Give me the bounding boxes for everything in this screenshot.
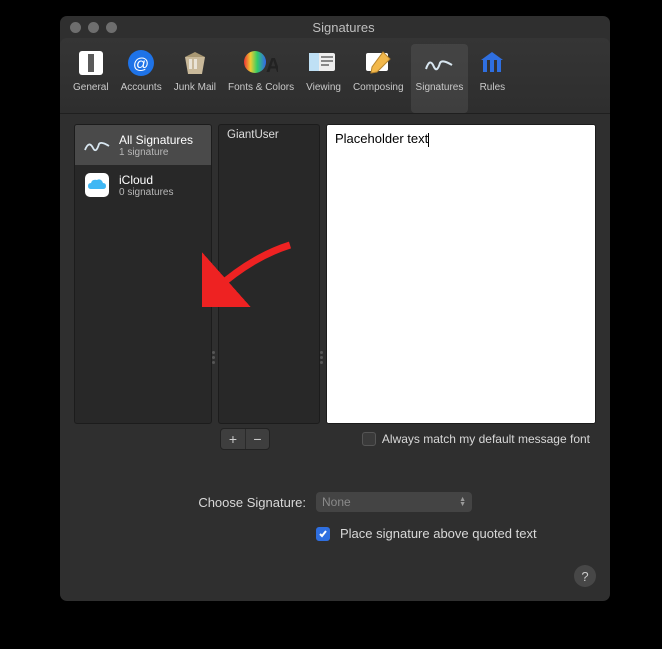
- match-font-label: Always match my default message font: [382, 432, 590, 446]
- choose-signature-select[interactable]: None ▲▼: [316, 492, 472, 512]
- junk-mail-icon: [178, 46, 212, 80]
- match-font-checkbox[interactable]: [362, 432, 376, 446]
- icloud-icon: [83, 171, 111, 199]
- fonts-colors-icon: A: [244, 46, 278, 80]
- chevron-up-down-icon: ▲▼: [459, 497, 466, 507]
- row-text: iCloud 0 signatures: [119, 173, 173, 198]
- all-signatures-row[interactable]: All Signatures 1 signature: [75, 125, 211, 165]
- three-column-area: All Signatures 1 signature iCloud 0 sign…: [74, 124, 596, 424]
- remove-signature-button[interactable]: −: [245, 429, 269, 449]
- tab-general[interactable]: General: [68, 44, 114, 113]
- tab-label: Composing: [353, 82, 404, 93]
- window-title: Signatures: [77, 20, 610, 35]
- tab-label: Rules: [480, 82, 506, 93]
- column-resize-handle[interactable]: [320, 347, 325, 369]
- window-body: All Signatures 1 signature iCloud 0 sign…: [60, 114, 610, 601]
- tab-viewing[interactable]: Viewing: [301, 44, 346, 113]
- icloud-subtitle: 0 signatures: [119, 187, 173, 198]
- text-caret: [428, 133, 429, 147]
- accounts-icon: @: [124, 46, 158, 80]
- help-button[interactable]: ?: [574, 565, 596, 587]
- accounts-column: All Signatures 1 signature iCloud 0 sign…: [74, 124, 212, 424]
- signatures-list-column: GiantUser: [218, 124, 320, 424]
- all-signatures-title: All Signatures: [119, 133, 193, 147]
- tab-composing[interactable]: Composing: [348, 44, 409, 113]
- row-text: All Signatures 1 signature: [119, 133, 193, 158]
- tab-signatures[interactable]: Signatures: [411, 44, 469, 113]
- place-above-row: Place signature above quoted text: [74, 526, 596, 541]
- all-signatures-subtitle: 1 signature: [119, 147, 193, 158]
- signature-editor[interactable]: Placeholder text: [327, 125, 595, 423]
- prefs-toolbar: General @ Accounts Junk Mail A Fonts & C…: [60, 38, 610, 114]
- signatures-icon: [422, 46, 456, 80]
- general-icon: [74, 46, 108, 80]
- tab-label: Junk Mail: [174, 82, 216, 93]
- question-mark-icon: ?: [581, 569, 588, 584]
- icloud-account-row[interactable]: iCloud 0 signatures: [75, 165, 211, 205]
- rules-icon: [475, 46, 509, 80]
- tab-label: Signatures: [416, 82, 464, 93]
- bottom-controls: Choose Signature: None ▲▼ Place signatur…: [74, 492, 596, 541]
- signature-list-item[interactable]: GiantUser: [219, 125, 319, 145]
- tab-label: General: [73, 82, 109, 93]
- composing-icon: [361, 46, 395, 80]
- svg-text:@: @: [133, 56, 149, 73]
- tab-label: Fonts & Colors: [228, 82, 294, 93]
- signature-editor-column: Placeholder text: [326, 124, 596, 424]
- tab-label: Viewing: [306, 82, 341, 93]
- svg-text:A: A: [266, 55, 278, 77]
- viewing-icon: [307, 46, 341, 80]
- place-above-label: Place signature above quoted text: [340, 526, 537, 541]
- tab-fonts-colors[interactable]: A Fonts & Colors: [223, 44, 299, 113]
- add-signature-button[interactable]: +: [221, 429, 245, 449]
- match-font-row: Always match my default message font: [362, 428, 596, 450]
- icloud-title: iCloud: [119, 173, 173, 187]
- signature-icon: [83, 131, 111, 159]
- editor-text: Placeholder text: [335, 131, 428, 146]
- select-value: None: [322, 495, 351, 509]
- tab-junk-mail[interactable]: Junk Mail: [169, 44, 221, 113]
- tab-label: Accounts: [121, 82, 162, 93]
- choose-signature-row: Choose Signature: None ▲▼: [74, 492, 596, 512]
- place-above-checkbox[interactable]: [316, 527, 330, 541]
- under-columns-row: + − Always match my default message font: [74, 428, 596, 450]
- add-remove-control: + −: [220, 428, 270, 450]
- titlebar: Signatures: [60, 16, 610, 38]
- tab-rules[interactable]: Rules: [470, 44, 514, 113]
- tab-accounts[interactable]: @ Accounts: [116, 44, 167, 113]
- preferences-window: Signatures General @ Accounts Junk Mail …: [60, 16, 610, 601]
- column-resize-handle[interactable]: [212, 347, 217, 369]
- choose-signature-label: Choose Signature:: [74, 495, 306, 510]
